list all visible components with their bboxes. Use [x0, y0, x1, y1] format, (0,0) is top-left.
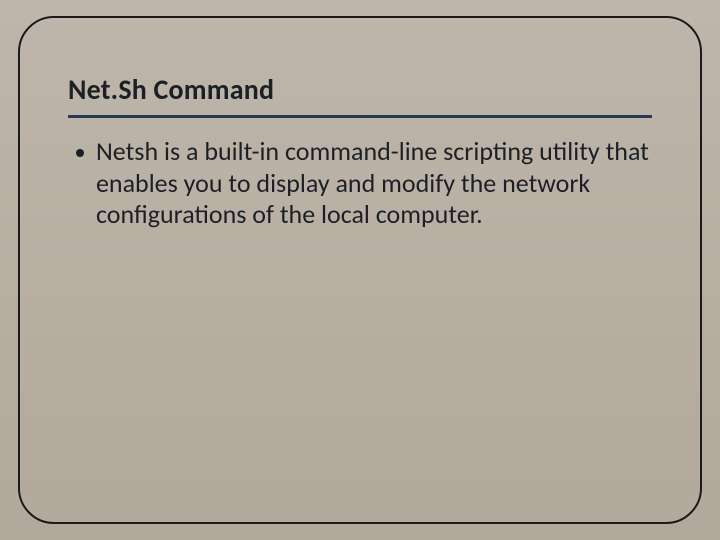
bullet-icon [76, 149, 84, 157]
bullet-text: Netsh is a built-in command-line scripti… [94, 136, 652, 231]
bullet-item: Netsh is a built-in command-line scripti… [68, 136, 652, 231]
slide-content: Net.Sh Command Netsh is a built-in comma… [68, 72, 652, 231]
slide-title: Net.Sh Command [68, 72, 652, 113]
slide-frame: Net.Sh Command Netsh is a built-in comma… [18, 16, 702, 524]
title-underline [68, 115, 652, 118]
